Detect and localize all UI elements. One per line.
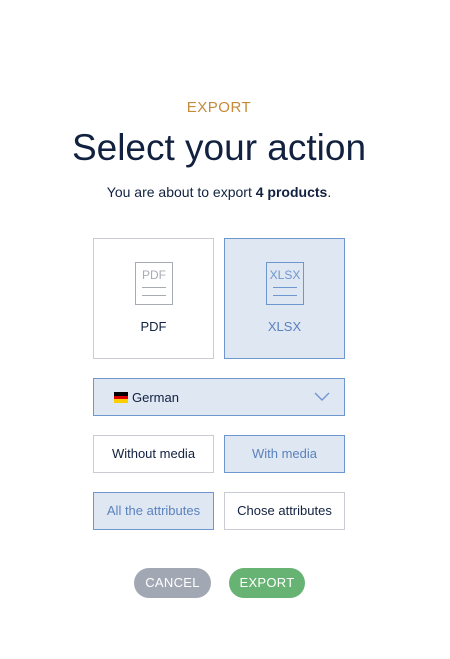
- modal-subtitle: You are about to export 4 products.: [0, 184, 438, 200]
- format-label-xlsx: XLSX: [267, 319, 302, 334]
- without-media-button[interactable]: Without media: [93, 435, 214, 473]
- flag-stripe: [114, 399, 128, 403]
- modal-eyebrow: EXPORT: [186, 99, 252, 116]
- choose-attributes-button[interactable]: Chose attributes: [224, 492, 345, 530]
- format-label-pdf: PDF: [140, 319, 167, 334]
- pdf-icon-text: PDF: [142, 268, 166, 282]
- locale-select[interactable]: German: [93, 378, 345, 416]
- locale-label: German: [132, 390, 179, 405]
- xlsx-file-icon: XLSX: [266, 262, 304, 305]
- doc-line: [273, 287, 297, 288]
- format-option-xlsx[interactable]: XLSX XLSX: [224, 238, 345, 359]
- format-option-pdf[interactable]: PDF PDF: [93, 238, 214, 359]
- chevron-down-icon: [314, 392, 330, 401]
- export-button[interactable]: EXPORT: [229, 568, 305, 598]
- with-media-button[interactable]: With media: [224, 435, 345, 473]
- doc-line: [142, 295, 166, 296]
- german-flag-icon: [114, 392, 128, 403]
- export-modal: EXPORT Select your action You are about …: [0, 0, 450, 659]
- subtitle-prefix: You are about to export: [106, 184, 256, 200]
- doc-line: [142, 287, 166, 288]
- all-attributes-button[interactable]: All the attributes: [93, 492, 214, 530]
- xlsx-icon-text: XLSX: [269, 268, 301, 282]
- cancel-button[interactable]: CANCEL: [134, 568, 211, 598]
- subtitle-suffix: .: [327, 184, 332, 200]
- pdf-file-icon: PDF: [135, 262, 173, 305]
- modal-title: Select your action: [71, 127, 367, 168]
- product-count: 4 products: [255, 184, 328, 200]
- doc-line: [273, 295, 297, 296]
